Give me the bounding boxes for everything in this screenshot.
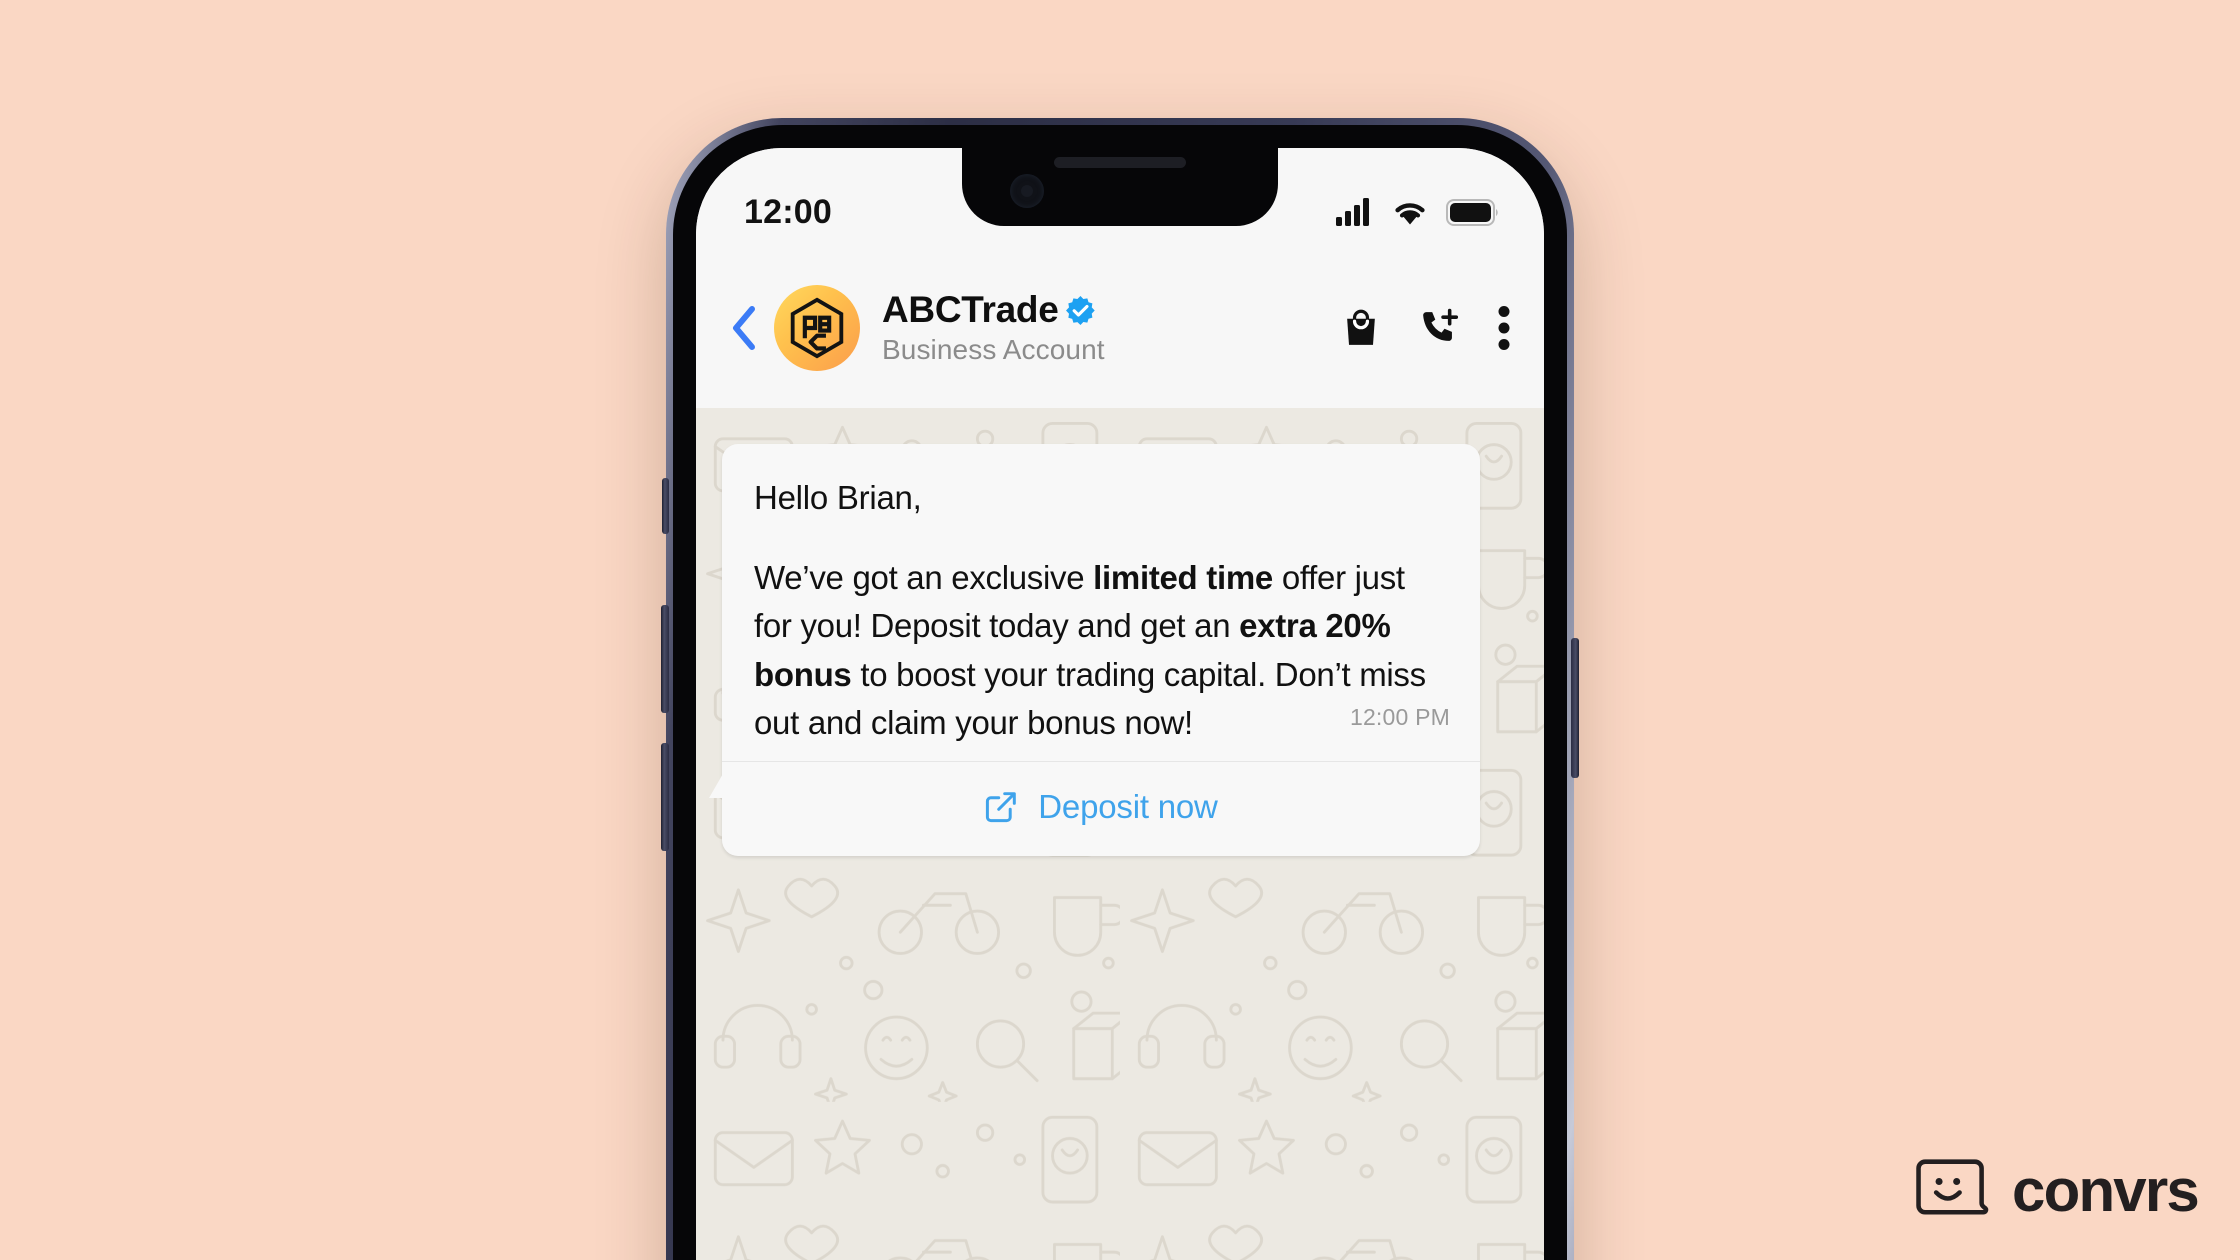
catalog-button[interactable]	[1342, 308, 1380, 348]
message-part-0: We’ve got an exclusive	[754, 558, 1094, 596]
more-options-button[interactable]	[1498, 306, 1510, 350]
message-timestamp: 12:00 PM	[1349, 703, 1450, 730]
convrs-smiley-bubble-icon	[1916, 1159, 1989, 1215]
message-bubble: Hello Brian, We’ve got an exclusive limi…	[709, 444, 1480, 856]
phone-screen: 12:00 ABCTrade Business Account Hello Br…	[696, 148, 1544, 1260]
chevron-left-icon	[733, 306, 755, 350]
phone-mockup: 12:00 ABCTrade Business Account Hello Br…	[661, 118, 1579, 1260]
deposit-now-button[interactable]: Deposit now	[722, 762, 1480, 856]
external-link-icon	[986, 792, 1017, 822]
avatar[interactable]	[774, 285, 860, 371]
convrs-wordmark: convrs	[2012, 1157, 2200, 1224]
power-button[interactable]	[1571, 638, 1579, 778]
call-button[interactable]	[1418, 307, 1460, 349]
front-camera-icon	[1010, 174, 1044, 208]
conversation-area: Hello Brian, We’ve got an exclusive limi…	[696, 408, 1544, 1260]
verified-badge-icon	[1066, 295, 1096, 325]
message-row: Hello Brian, We’ve got an exclusive limi…	[709, 444, 1480, 856]
earpiece-speaker-icon	[1054, 157, 1186, 168]
account-name-row: ABCTrade	[882, 288, 1342, 331]
account-name: ABCTrade	[882, 288, 1059, 330]
account-subtitle: Business Account	[882, 334, 1105, 366]
deposit-now-label: Deposit now	[1038, 787, 1218, 825]
message-part-1: limited time	[1093, 558, 1273, 596]
volume-down-button[interactable]	[661, 743, 669, 851]
shopping-bag-icon	[1347, 309, 1375, 345]
more-vertical-icon	[1498, 306, 1510, 350]
status-bar-clock: 12:00	[744, 193, 832, 231]
status-bar-icons	[1336, 198, 1498, 226]
volume-up-button[interactable]	[661, 605, 669, 713]
message-content: Hello Brian, We’ve got an exclusive limi…	[722, 444, 1480, 761]
notch	[962, 148, 1278, 226]
wifi-icon	[1395, 203, 1425, 225]
chat-header: ABCTrade Business Account	[696, 248, 1544, 408]
convrs-logo: convrs	[1916, 1157, 2200, 1224]
back-button[interactable]	[718, 297, 770, 359]
cellular-signal-icon	[1336, 198, 1369, 226]
mute-switch-button[interactable]	[662, 478, 669, 534]
message-greeting: Hello Brian,	[754, 479, 922, 516]
chat-header-actions	[1342, 306, 1510, 350]
battery-icon	[1446, 198, 1498, 226]
abctrade-logo-icon	[790, 297, 844, 359]
chat-header-text: ABCTrade Business Account	[882, 288, 1342, 366]
phone-add-icon	[1423, 308, 1459, 341]
